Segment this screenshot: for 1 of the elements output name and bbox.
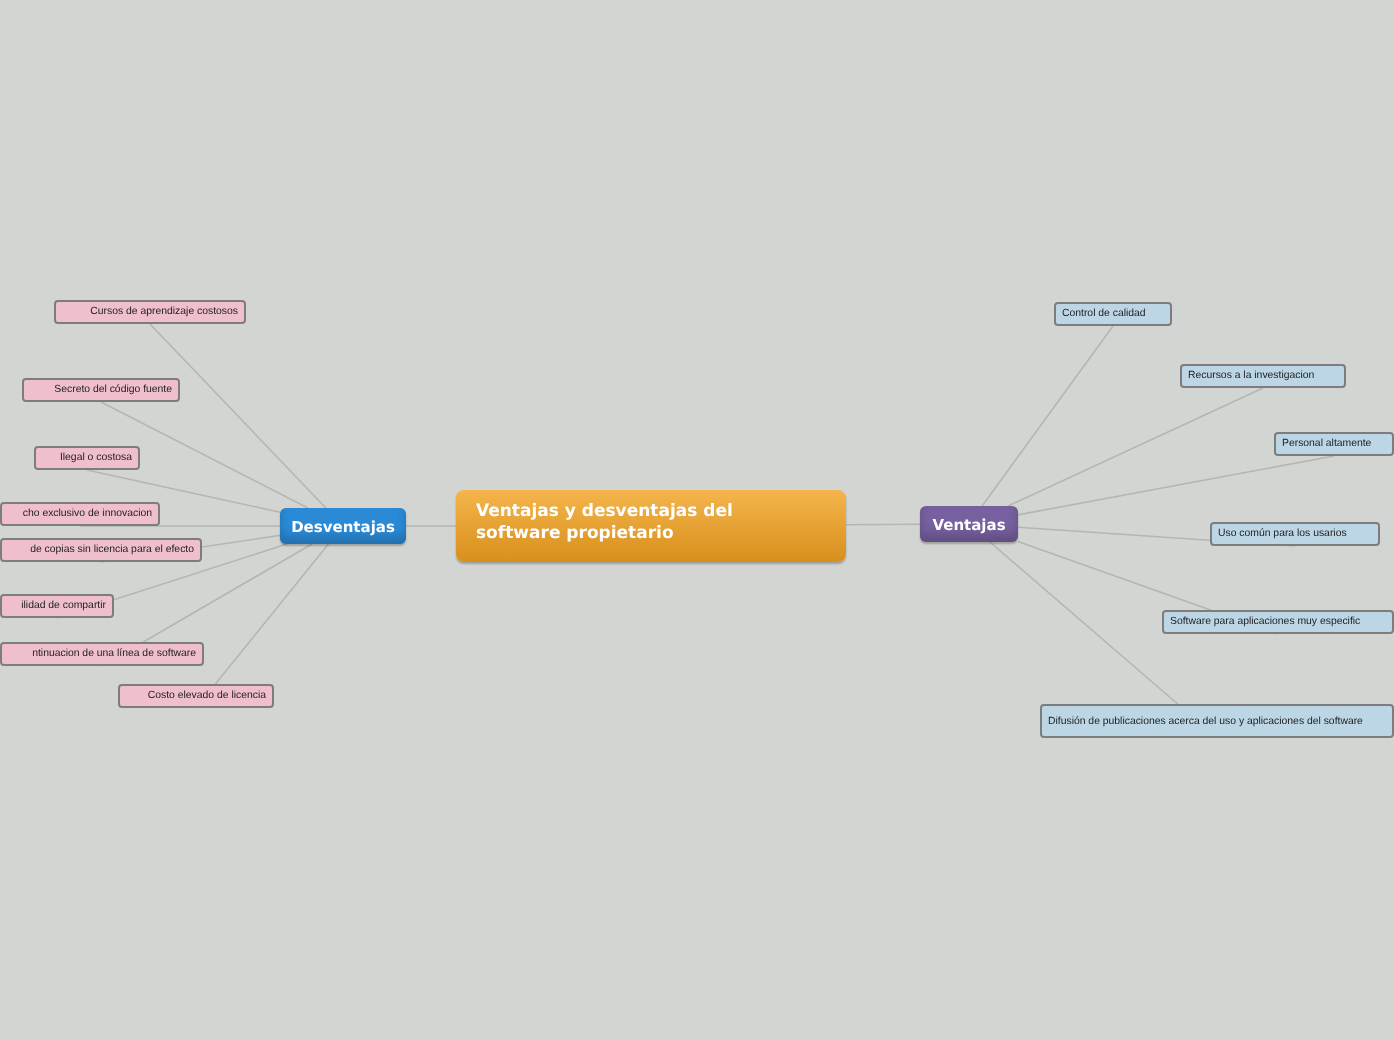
- connector-line: [845, 523, 921, 526]
